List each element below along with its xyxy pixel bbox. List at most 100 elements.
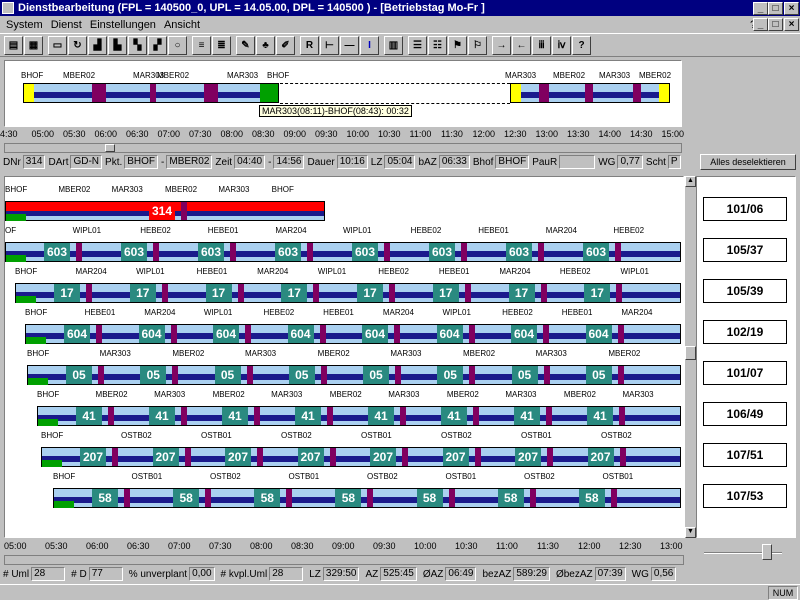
station-label: MAR303 <box>388 390 420 399</box>
scroll-thumb[interactable] <box>685 346 696 360</box>
schedule-box[interactable]: 105/39 <box>703 279 787 303</box>
block-number: 17 <box>287 286 301 300</box>
duty-block[interactable]: 17 17 17 17 17 17 17 17 <box>15 283 681 303</box>
chart-icon-3[interactable]: ▚ <box>128 36 147 55</box>
edit-icon[interactable]: ✐ <box>276 36 295 55</box>
line-icon-2[interactable]: — <box>340 36 359 55</box>
menu-dienst[interactable]: Dienst <box>51 19 82 31</box>
align-icon-2[interactable]: ≣ <box>212 36 231 55</box>
pencil-icon[interactable]: ✎ <box>236 36 255 55</box>
menu-system[interactable]: System <box>6 19 43 31</box>
deselect-all-button[interactable]: Alles deselektieren <box>700 154 796 170</box>
arrow-right-icon[interactable]: → <box>492 36 511 55</box>
selected-icon[interactable]: Ι <box>360 36 379 55</box>
schedule-box[interactable]: 101/07 <box>703 361 787 385</box>
block-number: 603 <box>200 245 222 259</box>
menu-ansicht[interactable]: Ansicht <box>164 19 200 31</box>
block-number: 58 <box>179 491 193 505</box>
maximize-button[interactable]: □ <box>768 2 783 15</box>
duty-row[interactable]: BHOF OSTB02 OSTB01 OSTB02 OSTB01 OSTB02 OSTB01… <box>5 427 683 471</box>
duty-block[interactable]: 41 41 41 41 41 41 41 41 <box>37 406 681 426</box>
duty-block[interactable]: 604 604 604 604 604 604 604 604 <box>25 324 681 344</box>
station-label: BHOF <box>5 185 28 194</box>
mdi-minimize-button[interactable]: _ <box>753 18 768 31</box>
scroll-down-icon[interactable]: ▼ <box>685 527 696 538</box>
overview-scrollbar[interactable] <box>4 143 682 153</box>
scroll-up-icon[interactable]: ▲ <box>685 176 696 187</box>
duty-chart[interactable]: BHOF MBER02 MAR303 MBER02 MAR303 BHOF 314 OF WIP… <box>4 176 684 538</box>
overview-station-label: MBER02 <box>553 71 586 80</box>
schedule-box[interactable]: 107/53 <box>703 484 787 508</box>
help-button[interactable]: ? <box>572 36 591 55</box>
duty-row[interactable]: BHOF OSTB01 OSTB02 OSTB01 OSTB02 OSTB01 OSTB02… <box>5 468 683 512</box>
overview-panel[interactable]: BHOF MBER02 MAR303 MBER02 MAR303 BHOF MAR303 MB… <box>4 60 682 127</box>
duty-row[interactable]: BHOF HEBE01 MAR204 WIPL01 HEBE02 HEBE01 MAR204… <box>5 304 683 348</box>
mdi-close-button[interactable]: × <box>784 18 799 31</box>
line-icon-1[interactable]: ⊢ <box>320 36 339 55</box>
duty-block[interactable]: 05 05 05 05 05 05 05 05 <box>27 365 681 385</box>
minimize-button[interactable]: _ <box>753 2 768 15</box>
station-label: MAR204 <box>545 226 577 235</box>
chart-icon-2[interactable]: ▙ <box>108 36 127 55</box>
overview-station-label: MBER02 <box>157 71 190 80</box>
save-icon[interactable]: ▭ <box>48 36 67 55</box>
list-icon-1[interactable]: ☰ <box>408 36 427 55</box>
menu-bar: System Dienst Einstellungen Ansicht ? _ … <box>0 16 800 33</box>
open-icon[interactable]: ▤ <box>4 36 23 55</box>
zoom-slider-thumb[interactable] <box>762 544 772 560</box>
menu-einstellungen[interactable]: Einstellungen <box>90 19 156 31</box>
duty-row[interactable]: BHOF MAR303 MBER02 MAR303 MBER02 MAR303 MBER02… <box>5 345 683 389</box>
overview-scroll-thumb[interactable] <box>105 144 115 152</box>
toolbar: ▤ ▦ ▭ ↻ ▟ ▙ ▚ ▞ ○ ≡ ≣ ✎ ♣ ✐ R ⊢ — Ι ▥ ☰ … <box>0 33 800 57</box>
r-button[interactable]: R <box>300 36 319 55</box>
horizontal-scrollbar[interactable] <box>4 555 684 565</box>
chart-icon-1[interactable]: ▟ <box>88 36 107 55</box>
block-number: 604 <box>66 327 88 341</box>
overview-station-label: MAR303 <box>505 71 537 80</box>
schedule-box[interactable]: 102/19 <box>703 320 787 344</box>
flag-icon-2[interactable]: ⚐ <box>468 36 487 55</box>
counter-icon-1[interactable]: ⅲ <box>532 36 551 55</box>
station-label: MAR303 <box>271 390 303 399</box>
block-number: 207 <box>82 450 104 464</box>
duty-row[interactable]: BHOF MAR204 WIPL01 HEBE01 MAR204 WIPL01 HEBE02… <box>5 263 683 307</box>
block-number: 17 <box>211 286 226 300</box>
schedule-box[interactable]: 101/06 <box>703 197 787 221</box>
schedule-box[interactable]: 107/51 <box>703 443 787 467</box>
kvpl-field: 28 <box>269 567 304 581</box>
schedule-box[interactable]: 105/37 <box>703 238 787 262</box>
duty-row[interactable]: BHOF MBER02 MAR303 MBER02 MAR303 BHOF 314 <box>5 181 683 225</box>
flag-icon-1[interactable]: ⚑ <box>448 36 467 55</box>
chart-icon-4[interactable]: ▞ <box>148 36 167 55</box>
doc-icon[interactable]: ▥ <box>384 36 403 55</box>
baz-field: 06:33 <box>438 155 470 169</box>
counter-icon-2[interactable]: ⅳ <box>552 36 571 55</box>
refresh-icon[interactable]: ↻ <box>68 36 87 55</box>
overview-bar-left[interactable] <box>23 83 279 103</box>
block-number: 604 <box>513 327 535 341</box>
overview-station-label: MBER02 <box>639 71 672 80</box>
zoom-slider[interactable] <box>704 544 782 560</box>
duty-block[interactable]: 58 58 58 58 58 58 58 <box>53 488 681 508</box>
block-number: 207 <box>590 450 611 464</box>
block-number: 17 <box>60 286 74 300</box>
duty-row[interactable]: OF WIPL01 HEBE02 HEBE01 MAR204 WIPL01 HEBE02 HE… <box>5 222 683 266</box>
list-icon-2[interactable]: ☷ <box>428 36 447 55</box>
duty-block[interactable]: 603 603 603 603 603 603 603 603 <box>5 242 681 262</box>
block-number: 05 <box>72 368 86 382</box>
close-button[interactable]: × <box>784 2 799 15</box>
arrow-left-icon[interactable]: ← <box>512 36 531 55</box>
schedule-box[interactable]: 106/49 <box>703 402 787 426</box>
circle-icon[interactable]: ○ <box>168 36 187 55</box>
align-icon-1[interactable]: ≡ <box>192 36 211 55</box>
duty-row[interactable]: BHOF MBER02 MAR303 MBER02 MAR303 MBER02 MAR303… <box>5 386 683 430</box>
print-icon[interactable]: ▦ <box>24 36 43 55</box>
duty-block[interactable]: 314 <box>5 201 325 221</box>
tree-icon[interactable]: ♣ <box>256 36 275 55</box>
overview-bar-right[interactable] <box>510 83 670 103</box>
mdi-restore-button[interactable]: □ <box>768 18 783 31</box>
duty-block[interactable]: 207 207 207 207 207 207 207 207 <box>41 447 681 467</box>
vertical-scrollbar[interactable]: ▲ ▼ <box>684 176 696 538</box>
block-number: 603 <box>431 245 453 259</box>
app-icon <box>2 2 14 14</box>
